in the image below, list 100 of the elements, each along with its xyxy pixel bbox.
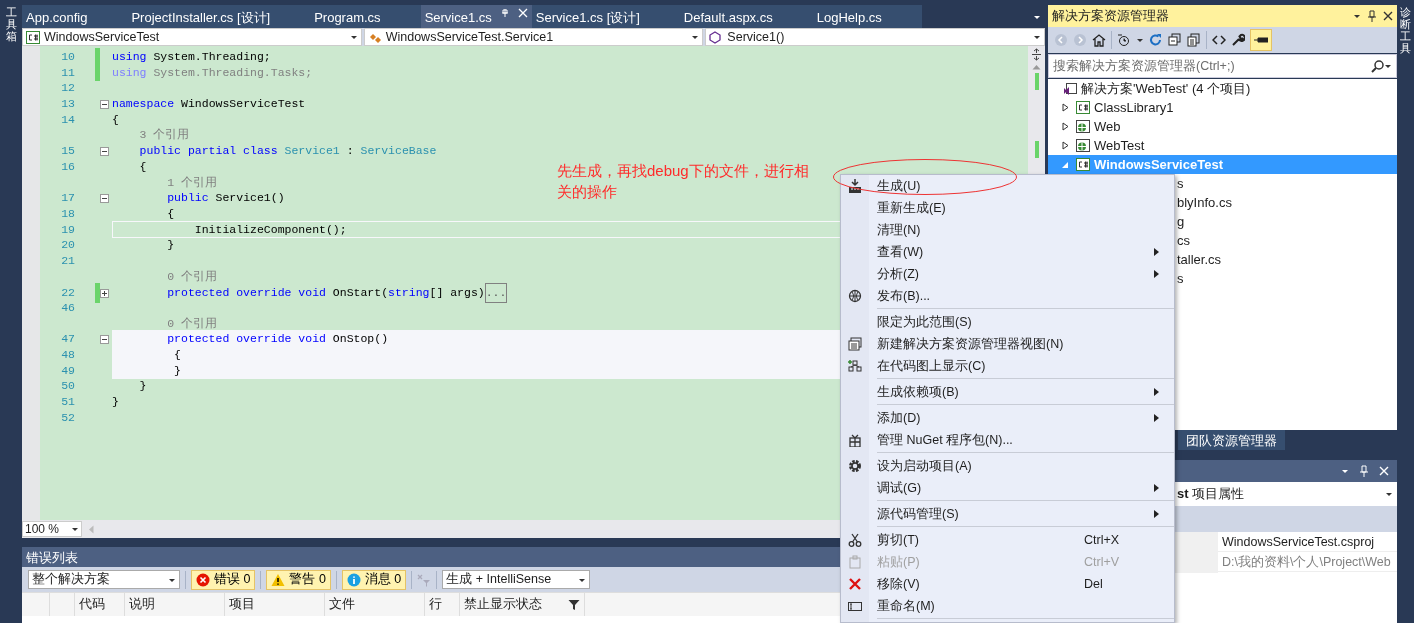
caret-icon[interactable]	[1384, 63, 1392, 69]
column-header[interactable]: 说明	[125, 593, 225, 616]
wrench-icon[interactable]	[1231, 33, 1245, 47]
collapsed-arrow-icon[interactable]	[1061, 103, 1069, 112]
error-icon	[196, 572, 210, 587]
menu-item[interactable]: 添加(D)	[841, 407, 1174, 429]
menu-item[interactable]: 源代码管理(S)	[841, 503, 1174, 525]
dropdown-caret-icon[interactable]	[1353, 13, 1361, 19]
toggle-button[interactable]	[1250, 29, 1272, 51]
object-selector-text[interactable]: st 项目属性	[1177, 484, 1385, 504]
document-tab[interactable]: App.config	[22, 5, 128, 28]
menu-item[interactable]: 清理(N)	[841, 219, 1174, 241]
code-icon[interactable]	[1212, 33, 1226, 47]
csharp-project-icon	[1076, 158, 1090, 171]
search-box[interactable]: 搜索解决方案资源管理器(Ctrl+;)	[1048, 54, 1397, 78]
refresh-icon[interactable]	[1149, 33, 1163, 47]
menu-item[interactable]: 生成(U)	[841, 175, 1174, 197]
filter-toggle[interactable]: 消息 0	[341, 569, 407, 590]
zoom-dropdown[interactable]: 100 %	[22, 521, 82, 537]
filter-toggle[interactable]: 错误 0	[191, 569, 256, 590]
dropdown-caret-icon[interactable]	[1341, 468, 1349, 474]
column-header[interactable]: 代码	[75, 593, 125, 616]
code-line: public partial class Service1 : ServiceBase	[138, 143, 437, 160]
menu-item[interactable]: 管理 NuGet 程序包(N)...	[841, 429, 1174, 451]
document-tab[interactable]: Service1.cs	[420, 5, 532, 28]
property-value[interactable]: WindowsServiceTest.csproj	[1218, 532, 1397, 553]
menu-item[interactable]: 在代码图上显示(C)	[841, 355, 1174, 377]
property-value[interactable]: D:\我的资料\个人\Project\Web	[1218, 552, 1397, 573]
scope-dropdown[interactable]: 整个解决方案	[28, 570, 180, 589]
navigation-dropdown[interactable]: WindowsServiceTest.Service1	[363, 28, 704, 46]
diagnostics-label[interactable]: 诊断工具	[1400, 6, 1411, 623]
annotation-text: 先生成，再找debug下的文件，进行相关的操作	[557, 161, 810, 202]
collapse-icon[interactable]	[100, 99, 109, 109]
menu-item[interactable]: 移除(V) Del	[841, 573, 1174, 595]
document-tab[interactable]: Default.aspx.cs	[679, 5, 813, 28]
caret-icon	[71, 526, 79, 532]
navigation-dropdown[interactable]: Service1()	[705, 28, 1045, 46]
expanded-arrow-icon[interactable]	[1061, 160, 1069, 169]
menu-item[interactable]: 生成依赖项(B)	[841, 381, 1174, 403]
document-tab[interactable]: Service1.cs [设计]	[531, 5, 680, 28]
filter-icon[interactable]	[568, 598, 580, 611]
filter-toggle[interactable]: 警告 0	[266, 569, 331, 590]
line-number: 47	[60, 331, 75, 348]
pin-icon[interactable]	[1367, 10, 1377, 22]
column-header[interactable]: 禁止显示状态	[460, 593, 585, 616]
code-line: using System.Threading.Tasks;	[112, 64, 313, 81]
menu-item[interactable]: 新建解决方案资源管理器视图(N)	[841, 333, 1174, 355]
collapse-icon[interactable]	[100, 193, 109, 203]
menu-item[interactable]: 调试(G)	[841, 477, 1174, 499]
tree-item[interactable]: WebTest	[1048, 136, 1397, 155]
menu-item[interactable]: 设为启动项目(A)	[841, 455, 1174, 477]
panel-title: 解决方案资源管理器	[1052, 7, 1170, 25]
document-tab[interactable]: ProjectInstaller.cs [设计]	[127, 5, 311, 28]
collapsed-arrow-icon[interactable]	[1061, 122, 1069, 131]
collapse-icon[interactable]	[100, 334, 109, 344]
pin-icon[interactable]	[499, 8, 510, 18]
menu-item[interactable]: 查看(W)	[841, 241, 1174, 263]
panel-tab[interactable]: 团队资源管理器	[1178, 430, 1285, 450]
caret-icon	[1033, 34, 1041, 40]
close-icon[interactable]	[1383, 11, 1393, 21]
solution-icon	[1063, 82, 1077, 95]
csharp-project-icon	[26, 30, 40, 44]
code-line: protected override void OnStart(string[] args)	[166, 285, 485, 302]
caret-icon[interactable]	[1136, 37, 1144, 43]
document-tab[interactable]: Program.cs	[310, 5, 421, 28]
tree-item[interactable]: Web	[1048, 117, 1397, 136]
tree-item[interactable]: 解决方案'WebTest' (4 个项目)	[1048, 79, 1397, 98]
menu-item[interactable]: 重命名(M)	[841, 595, 1174, 617]
line-number: 52	[60, 409, 75, 426]
toolbox-label[interactable]: 工具箱	[5, 6, 17, 623]
column-header[interactable]: 项目	[225, 593, 325, 616]
web-project-icon	[1076, 120, 1090, 133]
home-icon[interactable]	[1092, 33, 1106, 47]
document-tab[interactable]: LogHelp.cs	[812, 5, 922, 28]
column-header[interactable]: 行	[425, 593, 460, 616]
expand-icon[interactable]	[100, 288, 109, 298]
menu-item[interactable]: 限定为此范围(S)	[841, 311, 1174, 333]
caret-icon[interactable]	[1385, 491, 1393, 497]
line-number: 10	[60, 49, 75, 65]
search-icon[interactable]	[1371, 59, 1384, 73]
code-line: namespace WindowsServiceTest	[112, 96, 306, 113]
menu-item[interactable]: 分析(Z)	[841, 263, 1174, 285]
menu-item[interactable]: 重新生成(E)	[841, 197, 1174, 219]
caret-icon	[578, 576, 587, 583]
column-header[interactable]: 文件	[325, 593, 425, 616]
collapse-all-icon[interactable]	[1168, 33, 1182, 47]
split-icon[interactable]	[1031, 48, 1042, 61]
collapse-icon[interactable]	[100, 146, 109, 156]
dropdown-caret-icon[interactable]	[1033, 13, 1041, 20]
code-line: protected override void OnStop()	[166, 331, 389, 348]
history-icon[interactable]	[1117, 33, 1131, 47]
tree-item[interactable]: ClassLibrary1	[1048, 98, 1397, 117]
menu-item[interactable]: 发布(B)...	[841, 285, 1174, 307]
source-dropdown[interactable]: 生成 + IntelliSense	[442, 570, 591, 589]
collapsed-arrow-icon[interactable]	[1061, 141, 1069, 150]
collapsed-code-marker[interactable]: ...	[484, 283, 508, 303]
info-icon	[346, 572, 361, 587]
change-marker	[1034, 73, 1039, 90]
navigation-dropdown[interactable]: WindowsServiceTest	[22, 28, 362, 46]
copy-icon[interactable]	[1187, 33, 1201, 47]
